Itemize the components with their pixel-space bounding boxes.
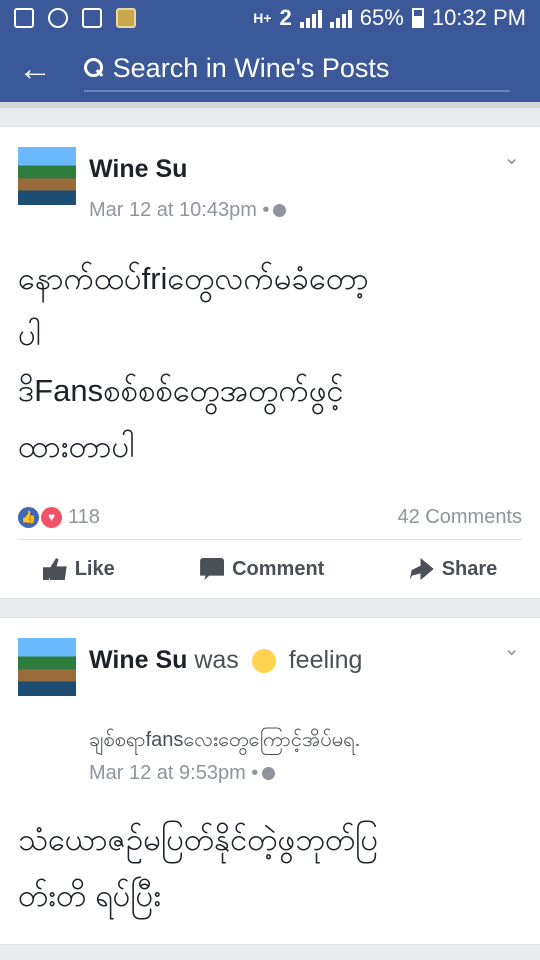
share-icon — [409, 558, 434, 580]
post-timestamp[interactable]: Mar 12 at 10:43pm • — [89, 199, 287, 222]
post-text: သံယောဇဉ်မပြတ်နိုင်တဲ့ဖွဘုတ်ပြ တ်းတိ ရပ်ပ… — [18, 822, 379, 913]
feeling-emoji-icon — [251, 649, 276, 674]
avatar[interactable] — [18, 147, 76, 205]
app-icon — [116, 8, 136, 28]
post-header: Wine Su Mar 12 at 10:43pm • ⌄ — [0, 127, 540, 231]
top-bar: ← — [0, 36, 540, 108]
share-button[interactable]: Share — [409, 557, 498, 581]
battery-icon — [411, 8, 424, 28]
was-text: was — [194, 646, 239, 674]
author-line: Wine Su was feeling — [89, 646, 362, 675]
post-stats: 👍 ♥ 118 42 Comments — [0, 495, 540, 539]
like-reaction-icon: 👍 — [18, 506, 39, 528]
like-label: Like — [74, 557, 115, 580]
thumbs-up-icon — [42, 558, 67, 580]
chevron-down-icon[interactable]: ⌄ — [503, 145, 520, 170]
chevron-down-icon[interactable]: ⌄ — [503, 636, 520, 661]
like-button[interactable]: Like — [42, 557, 115, 581]
reaction-count: 118 — [68, 505, 100, 528]
sim-icon: 2 — [279, 5, 292, 30]
search-bar[interactable] — [84, 46, 510, 92]
author-name[interactable]: Wine Su — [89, 155, 187, 184]
post-timestamp[interactable]: Mar 12 at 9:53pm • — [89, 762, 276, 785]
post-card: Wine Su Mar 12 at 10:43pm • ⌄ နောက်ထပ်fr… — [0, 126, 540, 599]
back-arrow-icon[interactable]: ← — [18, 50, 68, 89]
heart-reaction-icon: ♥ — [41, 506, 62, 528]
signal-icon-2 — [329, 8, 352, 28]
post-text: နောက်ထပ်friတွေလက်မခံတော့ ပါ ဒိFansစစ်စစ်… — [18, 261, 369, 464]
clock: 10:32 PM — [431, 5, 526, 30]
signal-icon — [299, 8, 322, 28]
feeling-label: feeling — [288, 646, 363, 674]
globe-icon — [262, 767, 276, 781]
gallery-icon — [82, 8, 102, 28]
feeling-detail: ချစ်စရာfansလေးတွေကြောင့်အိပ်မရ. — [89, 729, 361, 751]
timestamp-text: Mar 12 at 9:53pm • — [89, 762, 259, 784]
notification-icon — [14, 8, 34, 28]
search-icon — [84, 58, 103, 78]
comment-label: Comment — [232, 557, 325, 580]
author-name[interactable]: Wine Su — [89, 646, 187, 674]
post-card: Wine Su was feeling ချစ်စရာfansလေးတွေကြေ… — [0, 617, 540, 945]
post-header: Wine Su was feeling ချစ်စရာfansလေးတွေကြေ… — [0, 618, 540, 784]
messenger-icon — [48, 8, 68, 28]
globe-icon — [273, 204, 287, 218]
comment-button[interactable]: Comment — [200, 558, 324, 581]
search-input[interactable] — [112, 52, 510, 84]
avatar[interactable] — [18, 638, 76, 696]
status-bar: H+ 2 65% 10:32 PM — [0, 0, 540, 36]
post-actions: Like Comment Share — [0, 540, 540, 598]
comment-icon — [200, 558, 225, 580]
comment-count[interactable]: 42 Comments — [398, 506, 523, 529]
share-label: Share — [441, 557, 498, 580]
feed-gap — [0, 599, 540, 617]
reactions[interactable]: 👍 ♥ 118 — [18, 506, 100, 529]
timestamp-text: Mar 12 at 10:43pm • — [89, 199, 270, 221]
battery-percent: 65% — [359, 5, 404, 30]
network-label: H+ — [253, 10, 272, 26]
